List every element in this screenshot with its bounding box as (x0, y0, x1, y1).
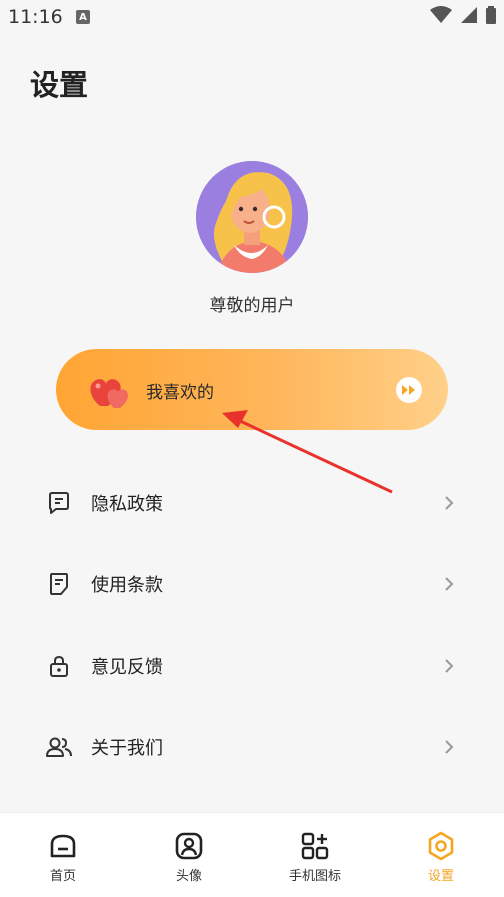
menu-item-about[interactable]: 关于我们 (0, 707, 504, 789)
nav-label-avatar: 头像 (175, 869, 202, 884)
menu-item-privacy[interactable]: 隐私政策 (0, 462, 504, 544)
notification-a-icon: A (76, 10, 90, 24)
apps-icon (300, 831, 330, 861)
signal-icon (461, 7, 477, 23)
wifi-icon (430, 6, 452, 23)
avatar-illustration (196, 161, 308, 273)
nav-label-home: 首页 (49, 869, 76, 884)
chevron-right-icon (445, 659, 454, 673)
status-indicators (430, 6, 496, 24)
nav-label-settings: 设置 (427, 869, 454, 884)
nav-settings[interactable]: 设置 (378, 813, 504, 897)
forward-icon (396, 377, 422, 403)
status-time: 11:16 (8, 6, 63, 28)
menu-label-about: 关于我们 (91, 738, 163, 760)
settings-icon (426, 831, 456, 861)
menu-item-terms[interactable]: 使用条款 (0, 544, 504, 626)
nav-avatar[interactable]: 头像 (126, 813, 252, 897)
chevron-right-icon (445, 740, 454, 754)
favorites-label: 我喜欢的 (146, 383, 214, 403)
settings-menu: 隐私政策 使用条款 意见反馈 关于我们 (0, 462, 504, 788)
terms-icon (46, 571, 72, 597)
battery-icon (486, 6, 496, 24)
menu-item-feedback[interactable]: 意见反馈 (0, 625, 504, 707)
users-icon (46, 734, 72, 760)
menu-label-feedback: 意见反馈 (91, 656, 163, 678)
avatar[interactable] (196, 161, 308, 273)
menu-label-terms: 使用条款 (91, 575, 163, 597)
document-icon (46, 490, 72, 516)
username: 尊敬的用户 (209, 296, 295, 316)
nav-home[interactable]: 首页 (0, 813, 126, 897)
nav-phone-icons[interactable]: 手机图标 (252, 813, 378, 897)
home-icon (48, 831, 78, 861)
chevron-right-icon (445, 496, 454, 510)
bottom-nav: 首页 头像 手机图标 设置 (0, 812, 504, 897)
lock-icon (46, 653, 72, 679)
menu-label-privacy: 隐私政策 (91, 493, 163, 515)
favorites-card[interactable]: 我喜欢的 (56, 349, 448, 430)
page-title: 设置 (30, 68, 89, 102)
nav-label-phone-icons: 手机图标 (288, 869, 341, 884)
hearts-icon (90, 379, 128, 408)
avatar-icon (174, 831, 204, 861)
status-bar: 11:16 A (0, 0, 504, 36)
chevron-right-icon (445, 577, 454, 591)
